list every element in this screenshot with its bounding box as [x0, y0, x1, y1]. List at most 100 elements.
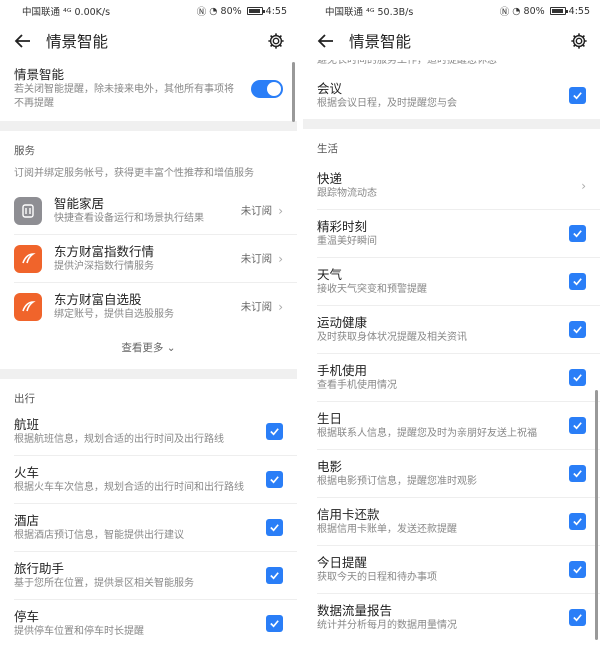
service-name: 东方财富自选股 — [54, 292, 142, 307]
service-name: 东方财富指数行情 — [54, 244, 155, 259]
gear-icon[interactable] — [263, 28, 289, 54]
chevron-right-icon: › — [278, 251, 283, 266]
checkbox[interactable] — [569, 369, 586, 386]
carrier-text: 中国联通 — [325, 7, 364, 18]
carrier-text: 中国联通 — [22, 7, 61, 18]
travel-item-flight[interactable]: 航班 根据航班信息，规划合适的出行时间及出行路线 — [0, 412, 297, 455]
checkbox[interactable] — [569, 561, 586, 578]
item-desc: 根据联系人信息，提醒您及时为亲朋好友送上祝福 — [317, 428, 537, 439]
master-desc: 若关闭智能提醒，除未接来电外，其他所有事项将不再提醒 — [14, 84, 234, 109]
checkbox[interactable] — [569, 273, 586, 290]
net-speed: 0.00K/s — [74, 7, 111, 18]
life-item[interactable]: 手机使用 查看手机使用情况 — [303, 354, 600, 401]
nfc-icon: Ⓝ — [499, 7, 510, 18]
travel-section-title: 出行 — [14, 393, 35, 405]
section-divider — [0, 369, 297, 379]
service-item-stock[interactable]: 东方财富自选股 绑定账号，提供自选股服务 未订阅 › — [0, 283, 297, 330]
item-name: 电影 — [317, 459, 343, 474]
checkbox[interactable] — [266, 615, 283, 632]
section-divider — [0, 121, 297, 131]
chevron-down-icon: ⌄ — [166, 342, 176, 354]
gear-icon[interactable] — [566, 28, 592, 54]
service-desc: 提供沪深指数行情服务 — [54, 261, 154, 272]
subscribe-status: 未订阅 — [240, 253, 273, 265]
service-item-index[interactable]: 东方财富指数行情 提供沪深指数行情服务 未订阅 › — [0, 235, 297, 282]
checkbox[interactable] — [569, 513, 586, 530]
battery-text: 80% — [220, 5, 242, 17]
chevron-right-icon: › — [278, 203, 283, 218]
partial-row: 避免长时间的服务工作，适时提醒您休息 — [303, 60, 600, 74]
item-name: 火车 — [14, 465, 40, 480]
status-bar: 中国联通 ⁴ᴳ 50.3B/s Ⓝ ◔ 80% 4:55 — [325, 5, 590, 19]
life-item[interactable]: 数据流量报告 统计并分析每月的数据用量情况 — [303, 594, 600, 641]
item-name: 会议 — [317, 81, 343, 96]
checkbox[interactable] — [266, 423, 283, 440]
wifi-icon: ◔ — [512, 5, 521, 17]
service-desc: 绑定账号，提供自选股服务 — [54, 309, 174, 320]
scrollbar[interactable] — [595, 390, 598, 640]
item-name: 快递 — [317, 171, 343, 186]
item-desc: 及时获取身体状况提醒及相关资讯 — [317, 332, 467, 343]
checkbox[interactable] — [569, 417, 586, 434]
see-more-label: 查看更多 — [121, 342, 164, 354]
travel-item-parking[interactable]: 停车 提供停车位置和停车时长提醒 — [0, 600, 297, 647]
checkbox[interactable] — [569, 465, 586, 482]
item-desc: 根据电影预订信息，提醒您准时观影 — [317, 476, 477, 487]
item-desc: 根据酒店预订信息，智能提供出行建议 — [14, 530, 184, 541]
item-desc: 统计并分析每月的数据用量情况 — [317, 620, 457, 631]
see-more-button[interactable]: 查看更多 ⌄ — [0, 330, 297, 369]
item-desc: 基于您所在位置，提供景区相关智能服务 — [14, 578, 194, 589]
back-arrow-icon[interactable] — [313, 28, 339, 54]
life-item[interactable]: 信用卡还款根据信用卡账单，发送还款提醒 — [303, 498, 600, 545]
master-toggle[interactable] — [251, 79, 283, 98]
subscribe-status: 未订阅 — [240, 205, 273, 217]
item-name: 信用卡还款 — [317, 507, 380, 522]
checkbox[interactable] — [569, 609, 586, 626]
checkbox[interactable] — [569, 87, 586, 104]
express-row[interactable]: 快递 跟踪物流动态 › — [303, 166, 600, 209]
app-bar: 情景智能 — [303, 22, 600, 60]
meeting-row[interactable]: 会议 根据会议日程，及时提醒您与会 — [303, 74, 600, 119]
battery-icon — [549, 7, 568, 15]
item-name: 手机使用 — [317, 363, 368, 378]
smart-home-icon — [14, 196, 42, 225]
checkbox[interactable] — [266, 519, 283, 536]
life-section-title: 生活 — [317, 143, 338, 155]
page-title: 情景智能 — [349, 33, 412, 51]
chevron-right-icon: › — [278, 299, 283, 314]
clock: 4:55 — [568, 5, 590, 17]
checkbox[interactable] — [569, 321, 586, 338]
back-arrow-icon[interactable] — [10, 28, 36, 54]
travel-item-assistant[interactable]: 旅行助手 基于您所在位置，提供景区相关智能服务 — [0, 552, 297, 599]
services-section-title: 服务 — [14, 145, 35, 157]
right-screen: 中国联通 ⁴ᴳ 50.3B/s Ⓝ ◔ 80% 4:55 情景智能 避免长时间的… — [303, 0, 600, 654]
item-desc: 根据会议日程，及时提醒您与会 — [317, 98, 457, 109]
item-desc: 获取今天的日程和待办事项 — [317, 572, 437, 583]
item-desc: 根据航班信息，规划合适的出行时间及出行路线 — [14, 434, 224, 445]
item-desc: 接收天气突变和预警提醒 — [317, 284, 427, 295]
life-item[interactable]: 电影根据电影预订信息，提醒您准时观影 — [303, 450, 600, 497]
checkbox[interactable] — [569, 225, 586, 242]
nfc-icon: Ⓝ — [196, 7, 207, 18]
battery-icon — [246, 7, 265, 15]
service-item-smart-home[interactable]: 智能家居 快捷查看设备运行和场景执行结果 未订阅 › — [0, 187, 297, 234]
checkbox[interactable] — [266, 567, 283, 584]
wifi-icon: ◔ — [209, 5, 218, 17]
master-toggle-row[interactable]: 情景智能 若关闭智能提醒，除未接来电外，其他所有事项将不再提醒 — [0, 60, 297, 121]
item-desc: 重温美好瞬间 — [317, 236, 377, 247]
life-item[interactable]: 今日提醒 获取今天的日程和待办事项 — [303, 546, 600, 593]
life-item[interactable]: 天气 接收天气突变和预警提醒 — [303, 258, 600, 305]
service-desc: 快捷查看设备运行和场景执行结果 — [54, 213, 204, 224]
scrollbar[interactable] — [292, 62, 295, 122]
eastmoney-icon — [14, 292, 42, 321]
item-name: 精彩时刻 — [317, 219, 368, 234]
item-desc: 根据信用卡账单，发送还款提醒 — [317, 524, 457, 535]
life-item[interactable]: 生日 根据联系人信息，提醒您及时为亲朋好友送上祝福 — [303, 402, 600, 449]
item-desc: 根据火车车次信息，规划合适的出行时间和出行路线 — [14, 482, 244, 493]
page-title: 情景智能 — [46, 33, 109, 51]
life-item[interactable]: 运动健康 及时获取身体状况提醒及相关资讯 — [303, 306, 600, 353]
travel-item-train[interactable]: 火车 根据火车车次信息，规划合适的出行时间和出行路线 — [0, 456, 297, 503]
life-item[interactable]: 精彩时刻重温美好瞬间 — [303, 210, 600, 257]
travel-item-hotel[interactable]: 酒店 根据酒店预订信息，智能提供出行建议 — [0, 504, 297, 551]
checkbox[interactable] — [266, 471, 283, 488]
